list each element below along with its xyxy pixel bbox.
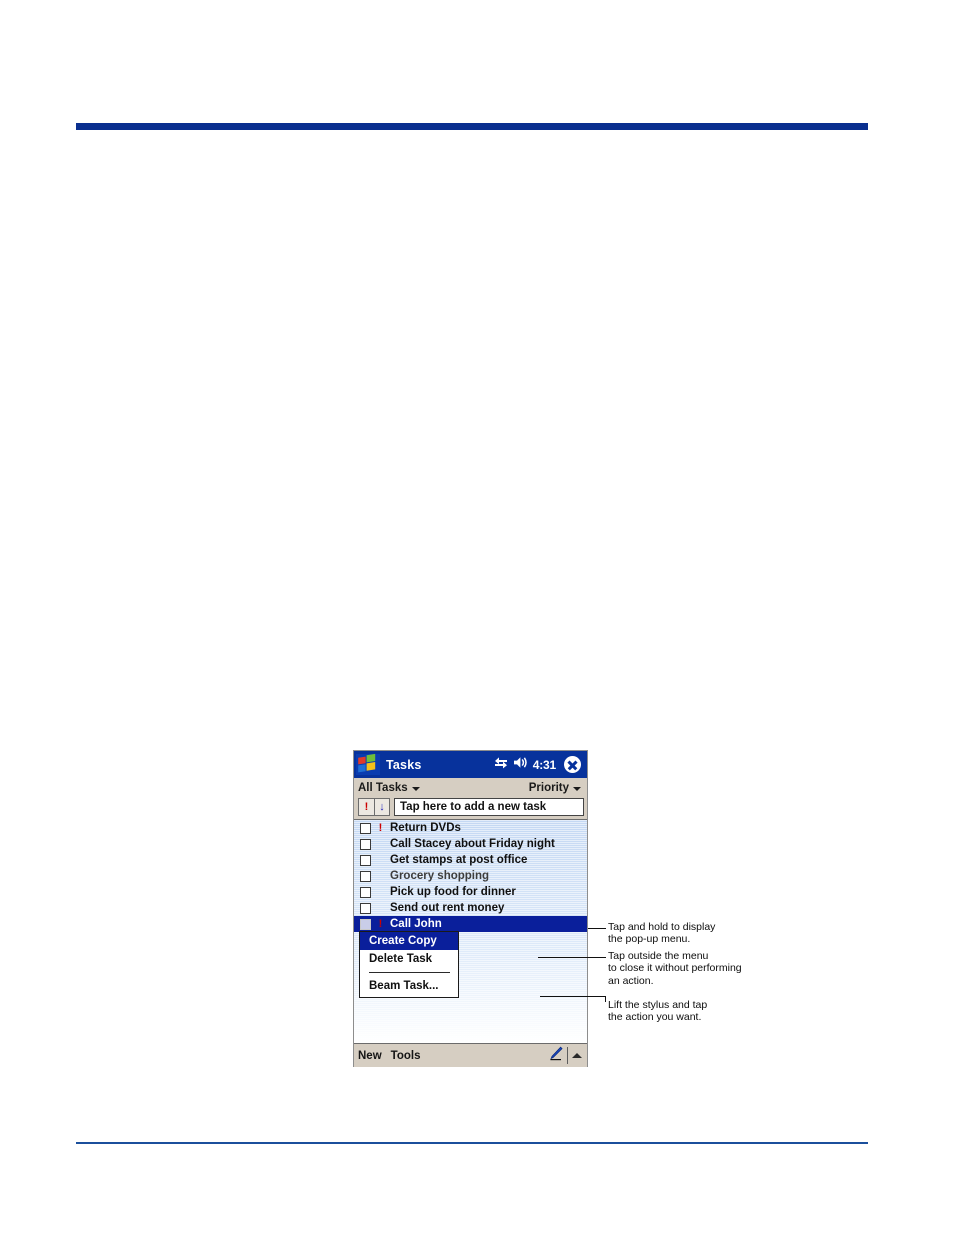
connectivity-icon[interactable] bbox=[494, 756, 508, 774]
chevron-down-icon bbox=[411, 786, 420, 791]
task-checkbox[interactable] bbox=[360, 838, 371, 850]
windows-logo-icon[interactable] bbox=[355, 753, 381, 776]
menu-separator bbox=[369, 972, 450, 973]
table-row[interactable]: Call Stacey about Friday night bbox=[354, 836, 587, 852]
table-row-selected[interactable]: ! Call John bbox=[354, 916, 587, 932]
menu-item-label: Create Copy bbox=[369, 935, 437, 947]
low-priority-button[interactable]: ↓ bbox=[374, 798, 390, 816]
task-checkbox[interactable] bbox=[360, 870, 371, 882]
high-priority-button[interactable]: ! bbox=[358, 798, 374, 816]
leader-line-1 bbox=[588, 928, 606, 929]
task-checkbox[interactable] bbox=[360, 918, 371, 930]
close-icon[interactable] bbox=[564, 756, 581, 773]
new-task-entry-bar: ! ↓ Tap here to add a new task bbox=[354, 797, 587, 819]
task-checkbox[interactable] bbox=[360, 902, 371, 914]
title-bar: Tasks 4:31 bbox=[354, 751, 587, 778]
task-label: Send out rent money bbox=[390, 902, 505, 914]
new-button[interactable]: New bbox=[358, 1050, 382, 1062]
toolbar-right-group bbox=[548, 1044, 587, 1067]
bottom-toolbar: New Tools bbox=[354, 1044, 587, 1067]
table-row[interactable]: Get stamps at post office bbox=[354, 852, 587, 868]
speaker-icon[interactable] bbox=[513, 756, 528, 774]
table-row[interactable]: Send out rent money bbox=[354, 900, 587, 916]
callout-text-3: Lift the stylus and tap the action you w… bbox=[608, 999, 708, 1024]
pocketpc-device-screen: Tasks 4:31 All Tasks Priority ! ↓ Tap he… bbox=[353, 750, 588, 1067]
menu-item-label: Delete Task bbox=[369, 953, 433, 965]
toolbar-divider bbox=[567, 1047, 568, 1064]
menu-item-create-copy[interactable]: Create Copy bbox=[360, 932, 458, 950]
table-row[interactable]: ! Return DVDs bbox=[354, 820, 587, 836]
page-top-rule bbox=[76, 123, 868, 130]
clock: 4:31 bbox=[532, 757, 556, 772]
page-bottom-rule bbox=[76, 1142, 868, 1144]
task-label: Return DVDs bbox=[390, 822, 461, 834]
leader-line-3 bbox=[540, 996, 606, 997]
menu-item-beam-task[interactable]: Beam Task... bbox=[360, 977, 458, 995]
leader-line-3-tick bbox=[605, 996, 606, 1002]
menu-item-delete-task[interactable]: Delete Task bbox=[360, 950, 458, 968]
callout-text-1: Tap and hold to display the pop-up menu. bbox=[608, 921, 716, 946]
chevron-down-icon bbox=[573, 786, 581, 791]
window-title: Tasks bbox=[386, 757, 422, 772]
leader-line-2 bbox=[538, 957, 606, 958]
task-label: Pick up food for dinner bbox=[390, 886, 516, 898]
title-bar-status-area: 4:31 bbox=[494, 756, 587, 774]
up-caret-icon[interactable] bbox=[572, 1053, 582, 1058]
pen-icon[interactable] bbox=[548, 1046, 563, 1065]
context-menu[interactable]: Create Copy Delete Task Beam Task... bbox=[359, 931, 459, 998]
task-checkbox[interactable] bbox=[360, 822, 371, 834]
table-row[interactable]: Grocery shopping bbox=[354, 868, 587, 884]
category-filter-dropdown[interactable]: All Tasks bbox=[358, 782, 420, 794]
sort-order-dropdown[interactable]: Priority bbox=[529, 782, 581, 794]
priority-marker: ! bbox=[378, 918, 383, 930]
task-label: Call Stacey about Friday night bbox=[390, 838, 555, 850]
sort-order-label: Priority bbox=[528, 781, 569, 794]
priority-marker: ! bbox=[378, 822, 383, 834]
callout-text-2: Tap outside the menu to close it without… bbox=[608, 950, 742, 987]
task-list[interactable]: ! Return DVDs Call Stacey about Friday n… bbox=[354, 819, 587, 1044]
menu-item-label: Beam Task... bbox=[369, 980, 439, 992]
new-task-input[interactable]: Tap here to add a new task bbox=[394, 798, 584, 816]
task-label: Get stamps at post office bbox=[390, 854, 528, 866]
task-checkbox[interactable] bbox=[360, 854, 371, 866]
task-label: Grocery shopping bbox=[390, 870, 490, 882]
task-label: Call John bbox=[390, 918, 442, 930]
tools-button[interactable]: Tools bbox=[391, 1050, 421, 1062]
category-filter-label: All Tasks bbox=[358, 781, 408, 794]
table-row[interactable]: Pick up food for dinner bbox=[354, 884, 587, 900]
task-checkbox[interactable] bbox=[360, 886, 371, 898]
filter-sort-bar: All Tasks Priority bbox=[354, 778, 587, 797]
